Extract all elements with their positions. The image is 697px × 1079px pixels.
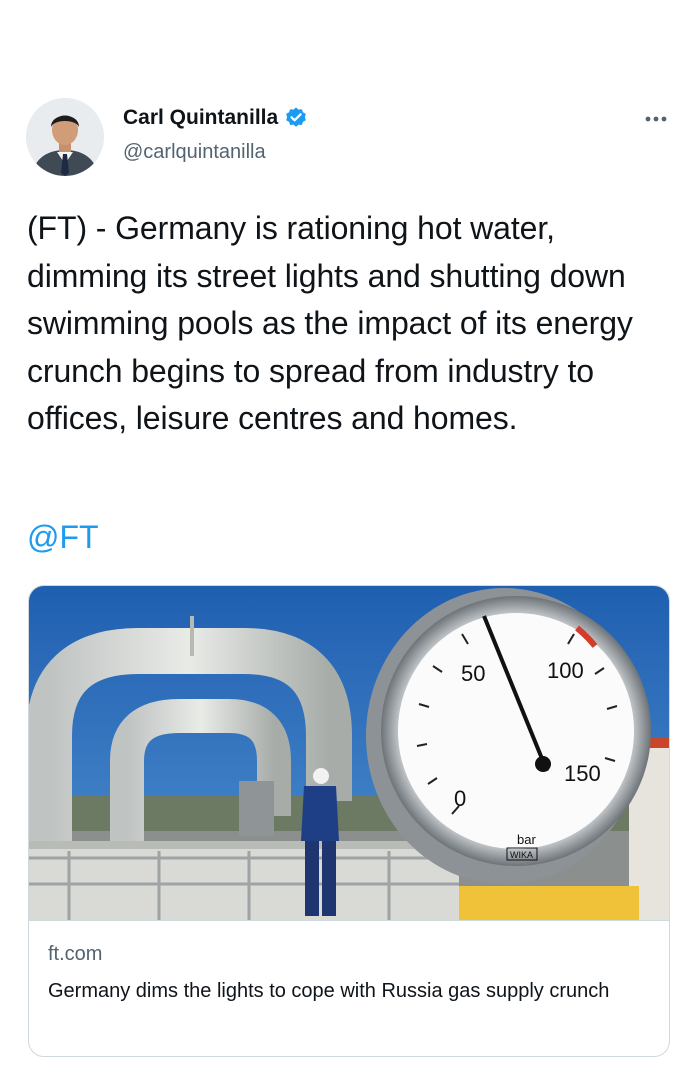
- author-handle[interactable]: @carlquintanilla: [123, 141, 266, 164]
- author-name[interactable]: Carl Quintanilla: [123, 106, 278, 130]
- gauge-label: 50: [461, 661, 485, 686]
- gauge-label: 100: [547, 658, 584, 683]
- tweet-text: (FT) - Germany is rationing hot water, d…: [27, 210, 633, 436]
- article-image: 50 100 150 0 bar WIKA: [29, 586, 669, 920]
- gauge-label: bar: [517, 832, 536, 847]
- tweet[interactable]: Carl Quintanilla @carlquintanilla (FT) -…: [0, 0, 697, 1079]
- avatar[interactable]: [26, 98, 104, 176]
- card-title[interactable]: Germany dims the lights to cope with Rus…: [48, 975, 648, 1007]
- card-domain[interactable]: ft.com: [48, 943, 102, 966]
- gauge-label: WIKA: [510, 850, 533, 860]
- gauge-label: 0: [454, 786, 466, 811]
- avatar-portrait-icon: [26, 98, 104, 176]
- more-options-icon[interactable]: [642, 110, 670, 128]
- verified-badge-icon: [284, 106, 308, 130]
- link-card[interactable]: 50 100 150 0 bar WIKA ft.com Germany dim…: [28, 585, 670, 1057]
- gauge-label: 150: [564, 761, 601, 786]
- mention-link[interactable]: @FT: [27, 519, 99, 556]
